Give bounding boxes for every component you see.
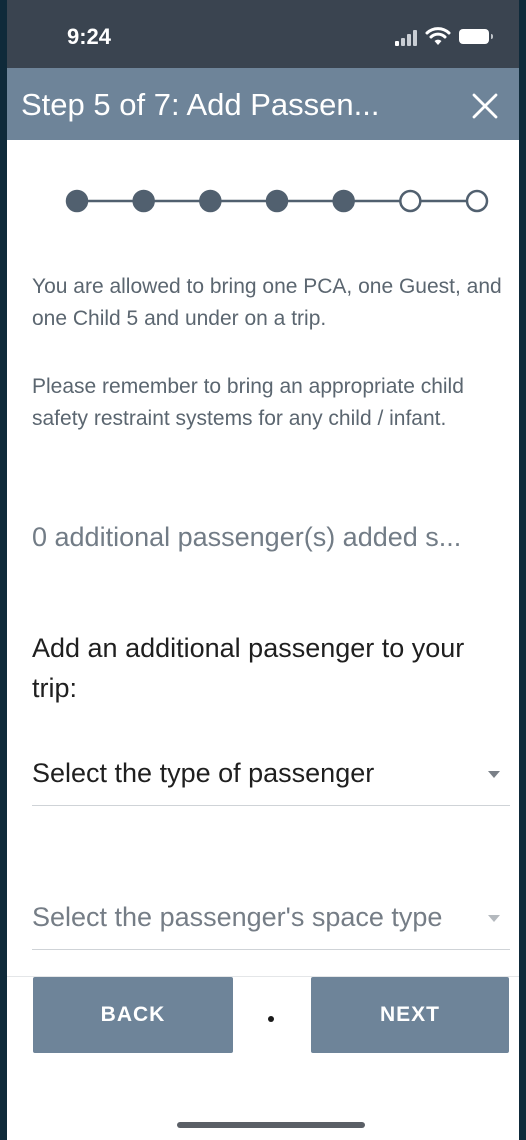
home-indicator[interactable] (177, 1122, 365, 1128)
step-dot-completed (199, 189, 222, 213)
wifi-icon (425, 27, 451, 45)
step-dot-completed (332, 189, 355, 213)
battery-icon (459, 29, 493, 44)
cellular-signal-icon (395, 28, 419, 46)
passenger-type-value: Select the type of passenger (32, 758, 375, 788)
step-dot-pending (399, 189, 422, 213)
close-icon (472, 93, 498, 119)
add-passenger-prompt: Add an additional passenger to your trip… (32, 633, 465, 703)
step-dot-completed (265, 189, 289, 213)
next-button[interactable]: NEXT (311, 977, 509, 1053)
close-button[interactable] (465, 86, 505, 126)
app-header: Step 5 of 7: Add Passen... (7, 68, 519, 140)
step-dot-pending (465, 189, 489, 213)
status-time: 9:24 (67, 24, 112, 49)
space-type-placeholder: Select the passenger's space type (32, 902, 443, 932)
page-title: Step 5 of 7: Add Passen... (21, 87, 380, 122)
passenger-allowance-text: You are allowed to bring one PCA, one Gu… (32, 275, 502, 330)
passenger-count-text: 0 additional passenger(s) added s... (32, 522, 462, 552)
dropdown-caret-icon (488, 915, 500, 922)
space-type-select[interactable]: Select the passenger's space type (32, 890, 510, 950)
back-button[interactable]: BACK (33, 977, 233, 1053)
dropdown-caret-icon (488, 771, 500, 778)
app-screen: 9:24 Step 5 of 7: Add Passen... You are … (7, 0, 519, 1140)
step-progress-indicator (65, 189, 489, 213)
child-safety-text: Please remember to bring an appropriate … (32, 375, 464, 430)
passenger-type-select[interactable]: Select the type of passenger (32, 746, 510, 806)
step-dot-completed (65, 189, 89, 213)
step-dot-completed (132, 189, 155, 213)
status-bar: 9:24 (7, 0, 519, 68)
page-indicator-dot (268, 1016, 274, 1022)
